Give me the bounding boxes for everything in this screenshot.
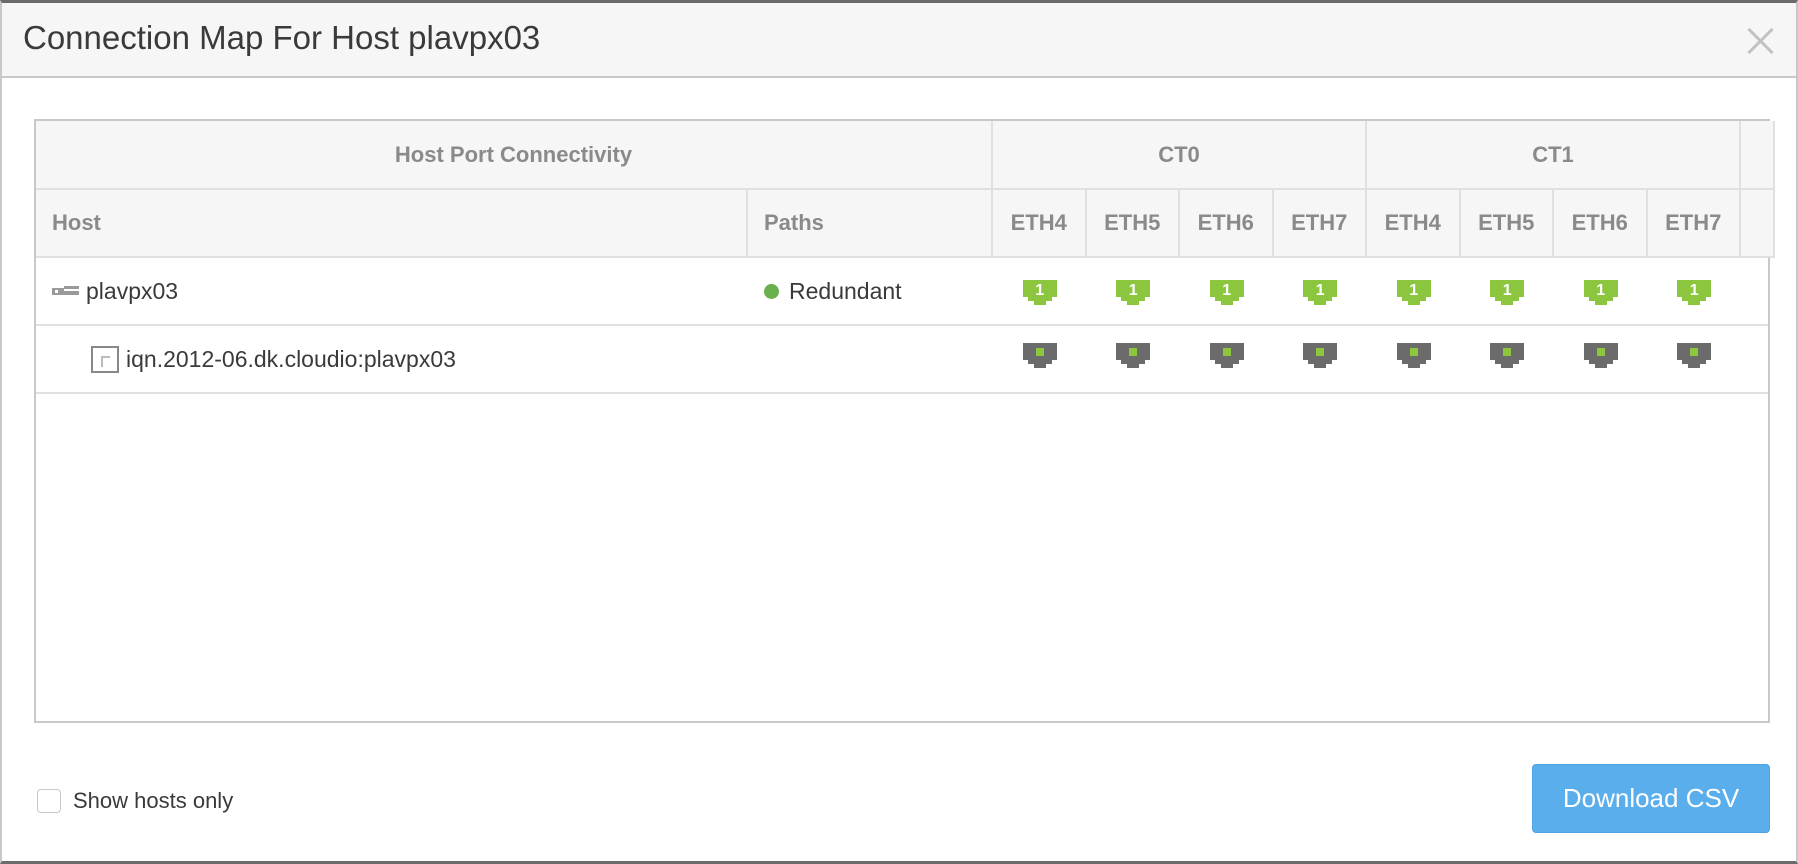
port-connected-icon[interactable]: 1 <box>1303 280 1338 306</box>
port-led-icon <box>1222 348 1231 356</box>
port-led-icon <box>1503 348 1512 356</box>
group-header-ct0: CT0 <box>993 121 1367 190</box>
show-hosts-only-toggle[interactable]: Show hosts only <box>37 788 233 814</box>
port-path-count: 1 <box>1035 282 1045 299</box>
port-connected-icon[interactable]: 1 <box>1677 280 1712 306</box>
show-hosts-only-label: Show hosts only <box>73 788 234 813</box>
port-initiator-icon[interactable] <box>1116 343 1151 369</box>
port-initiator-icon[interactable] <box>1490 343 1525 369</box>
port-path-count: 1 <box>1128 282 1138 299</box>
port-connected-icon[interactable]: 1 <box>1116 280 1151 306</box>
column-header-ct1-eth5[interactable]: ETH5 <box>1460 190 1554 258</box>
column-header-ct1-eth4[interactable]: ETH4 <box>1367 190 1461 258</box>
column-header-ct1-eth6[interactable]: ETH6 <box>1554 190 1648 258</box>
port-connected-icon[interactable]: 1 <box>1209 280 1244 306</box>
port-path-count: 1 <box>1502 282 1512 299</box>
port-initiator-icon[interactable] <box>1303 343 1338 369</box>
group-header-spacer <box>1741 121 1775 190</box>
dialog-header: Connection Map For Host plavpx03 <box>2 3 1796 78</box>
group-header-ct1: CT1 <box>1367 121 1741 190</box>
group-header-host-port-connectivity: Host Port Connectivity <box>36 121 993 190</box>
column-header-spacer <box>1741 190 1775 258</box>
port-initiator-icon[interactable] <box>1583 343 1618 369</box>
close-icon[interactable] <box>1746 27 1774 55</box>
download-csv-button[interactable]: Download CSV <box>1532 764 1770 833</box>
host-name: plavpx03 <box>86 277 179 304</box>
column-header-ct0-eth4[interactable]: ETH4 <box>993 190 1087 258</box>
port-path-count: 1 <box>1222 282 1232 299</box>
connection-map-dialog: Connection Map For Host plavpx03 Host Po… <box>0 0 1798 864</box>
host-name-cell: iqn.2012-06.dk.cloudio:plavpx03 <box>91 326 456 392</box>
port-connected-icon[interactable]: 1 <box>1396 280 1431 306</box>
initiator-row[interactable]: iqn.2012-06.dk.cloudio:plavpx03 <box>36 326 1775 392</box>
port-path-count: 1 <box>1409 282 1419 299</box>
port-led-icon <box>1409 348 1418 356</box>
port-path-count: 1 <box>1596 282 1606 299</box>
column-header-ct1-eth7[interactable]: ETH7 <box>1647 190 1741 258</box>
port-led-icon <box>1035 348 1044 356</box>
status-dot-icon <box>764 283 779 299</box>
iqn-icon <box>91 345 119 373</box>
column-header-ct0-eth6[interactable]: ETH6 <box>1180 190 1274 258</box>
port-path-count: 1 <box>1689 282 1699 299</box>
port-path-count: 1 <box>1315 282 1325 299</box>
column-header-paths[interactable]: Paths <box>748 190 993 258</box>
port-initiator-icon[interactable] <box>1022 343 1057 369</box>
port-connected-icon[interactable]: 1 <box>1490 280 1525 306</box>
connection-table: Host Port Connectivity CT0 CT1 Host Path… <box>34 119 1775 723</box>
port-connected-icon[interactable]: 1 <box>1583 280 1618 306</box>
column-header-ct0-eth7[interactable]: ETH7 <box>1273 190 1367 258</box>
port-initiator-icon[interactable] <box>1209 343 1244 369</box>
column-header-ct0-eth5[interactable]: ETH5 <box>1086 190 1180 258</box>
paths-status: Redundant <box>764 258 902 324</box>
port-connected-icon[interactable]: 1 <box>1022 280 1057 306</box>
dialog-title: Connection Map For Host plavpx03 <box>23 19 541 56</box>
row-divider <box>36 392 1768 394</box>
host-name-cell: plavpx03 <box>52 258 178 324</box>
port-led-icon <box>1129 348 1138 356</box>
port-led-icon <box>1690 348 1699 356</box>
initiator-name: iqn.2012-06.dk.cloudio:plavpx03 <box>126 345 456 372</box>
port-initiator-icon[interactable] <box>1396 343 1431 369</box>
column-header-host[interactable]: Host <box>36 190 748 258</box>
host-row[interactable]: plavpx03 Redundant 1 1 1 1 1 1 1 1 <box>36 258 1775 324</box>
paths-status-label: Redundant <box>789 277 902 304</box>
port-led-icon <box>1316 348 1325 356</box>
host-icon <box>52 286 80 296</box>
show-hosts-only-checkbox[interactable] <box>37 789 61 813</box>
port-led-icon <box>1596 348 1605 356</box>
port-initiator-icon[interactable] <box>1677 343 1712 369</box>
